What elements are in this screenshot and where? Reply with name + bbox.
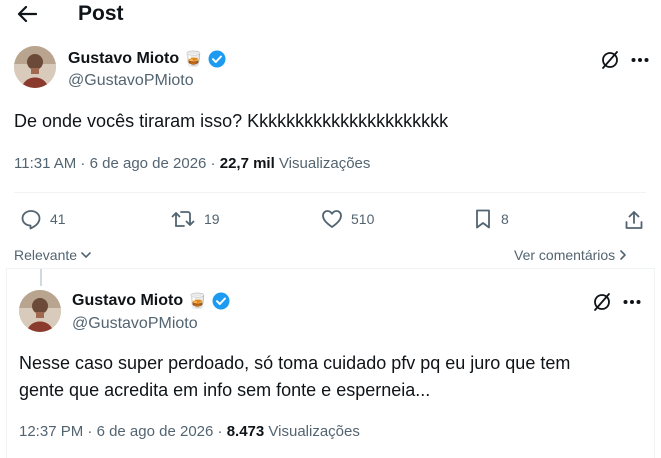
- post-time[interactable]: 11:31 AM: [14, 155, 76, 172]
- post-meta: 11:31 AM · 6 de ago de 2026 · 22,7 mil V…: [14, 155, 371, 172]
- page-title: Post: [78, 2, 124, 25]
- repost-action[interactable]: 19: [170, 208, 220, 230]
- repost-count: 19: [204, 211, 220, 227]
- more-icon: [631, 58, 649, 62]
- reply-time[interactable]: 12:37 PM: [19, 423, 83, 440]
- reply-author-name[interactable]: Gustavo Mioto: [72, 292, 183, 310]
- reply-action[interactable]: 41: [20, 208, 66, 230]
- grok-icon: [602, 51, 618, 69]
- divider: [14, 192, 646, 193]
- share-button[interactable]: [622, 208, 646, 232]
- reply-author-handle[interactable]: @GustavoPMioto: [72, 315, 198, 333]
- views-count: 22,7 mil: [219, 155, 275, 172]
- view-comments-link[interactable]: Ver comentários: [514, 247, 628, 263]
- author-name-row[interactable]: Gustavo Mioto 🥃: [68, 50, 226, 68]
- author-handle[interactable]: @GustavoPMioto: [68, 72, 194, 90]
- more-icon: [623, 300, 641, 304]
- reply-count: 41: [50, 211, 66, 227]
- reply-date[interactable]: 6 de ago de 2026: [97, 423, 214, 440]
- author-emoji: 🥃: [184, 51, 203, 68]
- reply-more-button[interactable]: [620, 290, 644, 314]
- reply-icon: [21, 210, 41, 230]
- verified-badge-icon: [208, 50, 226, 68]
- post-text: De onde vocês tiraram isso? Kkkkkkkkkkkk…: [14, 111, 449, 131]
- like-count: 510: [351, 211, 375, 227]
- grok-icon: [594, 293, 610, 311]
- like-icon: [322, 210, 342, 228]
- post-date[interactable]: 6 de ago de 2026: [90, 155, 207, 172]
- reply-views-label: Visualizações: [268, 423, 360, 440]
- top-bar: Post: [0, 0, 661, 30]
- reply-author-emoji: 🥃: [188, 293, 207, 310]
- view-comments-label: Ver comentários: [514, 247, 616, 263]
- repost-icon: [171, 211, 195, 227]
- grok-button[interactable]: [598, 48, 622, 72]
- bookmark-icon: [476, 209, 490, 229]
- chevron-right-icon: [620, 250, 626, 260]
- chevron-down-icon: [81, 252, 91, 258]
- bookmark-count: 8: [501, 211, 509, 227]
- reply-grok-button[interactable]: [590, 290, 614, 314]
- reply-text: Nesse caso super perdoado, só toma cuida…: [19, 353, 571, 400]
- views-label: Visualizações: [278, 155, 371, 172]
- back-arrow-icon: [17, 5, 37, 23]
- reply-meta: 12:37 PM · 6 de ago de 2026 · 8.473 Visu…: [19, 423, 360, 440]
- sort-label: Relevante: [14, 247, 78, 263]
- avatar[interactable]: [14, 46, 56, 88]
- sort-dropdown[interactable]: Relevante: [14, 247, 92, 263]
- verified-badge-icon: [212, 292, 230, 310]
- reply-avatar[interactable]: [19, 290, 61, 332]
- like-action[interactable]: 510: [321, 208, 374, 230]
- back-button[interactable]: [14, 3, 40, 25]
- author-name[interactable]: Gustavo Mioto: [68, 50, 179, 68]
- reply-views-count: 8.473: [226, 423, 265, 440]
- more-button[interactable]: [628, 48, 652, 72]
- bookmark-action[interactable]: 8: [473, 208, 509, 230]
- reply-author-name-row[interactable]: Gustavo Mioto 🥃: [72, 292, 230, 310]
- share-icon: [625, 211, 643, 229]
